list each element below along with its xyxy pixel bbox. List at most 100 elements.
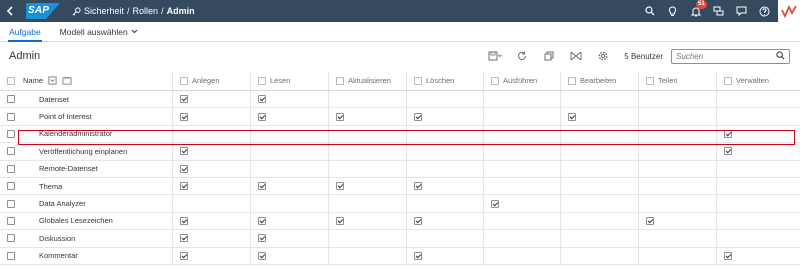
tab-aufgabe[interactable]: Aufgabe [8,22,42,42]
row-select-checkbox[interactable] [7,234,15,243]
sort-icon[interactable] [48,76,57,85]
permission-checkbox[interactable] [180,147,188,156]
table-row: Datenset [0,91,800,109]
table-row: Globales Lesezeichen [0,212,800,231]
collaboration-icon[interactable] [707,0,730,22]
search-icon[interactable] [638,0,661,22]
row-select-checkbox[interactable] [7,216,15,225]
help-icon[interactable] [753,0,776,22]
select-all-checkbox[interactable] [7,76,15,85]
column-header: Verwalten [724,71,769,90]
refresh-icon[interactable] [508,47,535,65]
breadcrumb-current: Admin [166,6,195,16]
permission-checkbox[interactable] [724,147,732,156]
table-header-row: Name Anlegen Lesen Aktualisieren Löschen Ausf… [0,71,800,91]
row-name: Kalenderadministrator [39,129,113,139]
search-icon[interactable] [776,47,785,65]
permission-checkbox[interactable] [180,95,188,104]
column-header: Löschen [414,71,454,90]
search-input[interactable] [676,51,776,61]
column-select-checkbox[interactable] [491,76,499,85]
row-select-checkbox[interactable] [7,199,15,208]
settings-gear-icon[interactable] [589,47,616,65]
notification-bell-icon[interactable]: 51 [684,0,707,22]
sap-logo[interactable]: SAP [26,3,60,19]
permission-checkbox[interactable] [336,216,344,225]
column-select-checkbox[interactable] [336,76,344,85]
copy-icon[interactable] [535,47,562,65]
permission-checkbox[interactable] [414,182,422,191]
users-count[interactable]: 5 Benutzer [624,52,663,61]
row-select-checkbox[interactable] [7,95,15,104]
permission-checkbox[interactable] [646,216,654,225]
permission-checkbox[interactable] [258,95,266,104]
lightbulb-icon[interactable] [661,0,684,22]
permission-checkbox[interactable] [414,251,422,260]
row-select-checkbox[interactable] [7,147,15,156]
notification-badge: 51 [696,0,707,9]
permission-checkbox[interactable] [336,112,344,121]
column-select-checkbox[interactable] [258,76,266,85]
shell-bar: SAP Sicherheit / Rollen / Admin 51 [0,0,800,22]
permission-checkbox[interactable] [491,199,499,208]
row-name: Datenset [39,94,70,104]
permission-checkbox[interactable] [180,251,188,260]
table-row: Point of Interest [0,108,800,126]
table-row: Remote-Datenset [0,160,800,178]
save-icon[interactable] [481,47,508,65]
permission-checkbox[interactable] [414,216,422,225]
breadcrumb-item[interactable]: Sicherheit [84,6,124,16]
row-select-checkbox[interactable] [7,182,15,191]
permission-checkbox[interactable] [180,216,188,225]
table-row: Kommentar [0,247,800,265]
permission-checkbox[interactable] [568,112,576,121]
search-field[interactable] [671,47,790,65]
compare-icon[interactable] [562,47,589,65]
name-column-header[interactable]: Name [19,71,72,90]
column-select-checkbox[interactable] [568,76,576,85]
toolbar: Admin 5 Benutzer [0,43,800,69]
column-header: Ausführen [491,71,537,90]
row-name: Globales Lesezeichen [39,216,113,226]
permission-checkbox[interactable] [724,251,732,260]
row-name: Point of Interest [39,112,92,122]
permission-checkbox[interactable] [724,129,732,138]
tab-model-select[interactable]: Modell auswählen [51,22,147,41]
row-name: Thema [39,181,63,191]
column-select-checkbox[interactable] [414,76,422,85]
row-select-checkbox[interactable] [7,129,15,138]
breadcrumb-item[interactable]: Rollen [133,6,159,16]
table-row: Thema [0,177,800,196]
breadcrumb-separator: / [161,6,164,16]
column-select-checkbox[interactable] [646,76,654,85]
column-select-checkbox[interactable] [724,76,732,85]
permission-checkbox[interactable] [258,234,266,243]
row-select-checkbox[interactable] [7,112,15,121]
permission-checkbox[interactable] [180,164,188,173]
table-row: Kalenderadministrator [0,125,800,144]
table-row: Veröffentlichung einplanen [0,143,800,161]
breadcrumb-separator: / [127,6,130,16]
row-select-checkbox[interactable] [7,251,15,260]
column-select-checkbox[interactable] [180,76,188,85]
column-header: Anlegen [180,71,220,90]
permission-checkbox[interactable] [414,112,422,121]
filter-icon[interactable] [62,76,72,85]
back-icon[interactable] [0,0,20,22]
security-icon [72,6,81,15]
permission-checkbox[interactable] [336,182,344,191]
permission-checkbox[interactable] [180,112,188,121]
row-name: Kommentar [39,251,78,261]
row-name: Remote-Datenset [39,164,98,174]
permission-checkbox[interactable] [180,234,188,243]
chevron-down-icon [131,27,138,36]
permissions-table: Name Anlegen Lesen Aktualisieren Löschen Ausf… [0,71,800,265]
discussion-icon[interactable] [730,0,753,22]
user-avatar[interactable] [778,0,800,22]
permission-checkbox[interactable] [180,182,188,191]
permission-checkbox[interactable] [258,182,266,191]
row-select-checkbox[interactable] [7,164,15,173]
permission-checkbox[interactable] [258,112,266,121]
permission-checkbox[interactable] [258,251,266,260]
permission-checkbox[interactable] [258,216,266,225]
